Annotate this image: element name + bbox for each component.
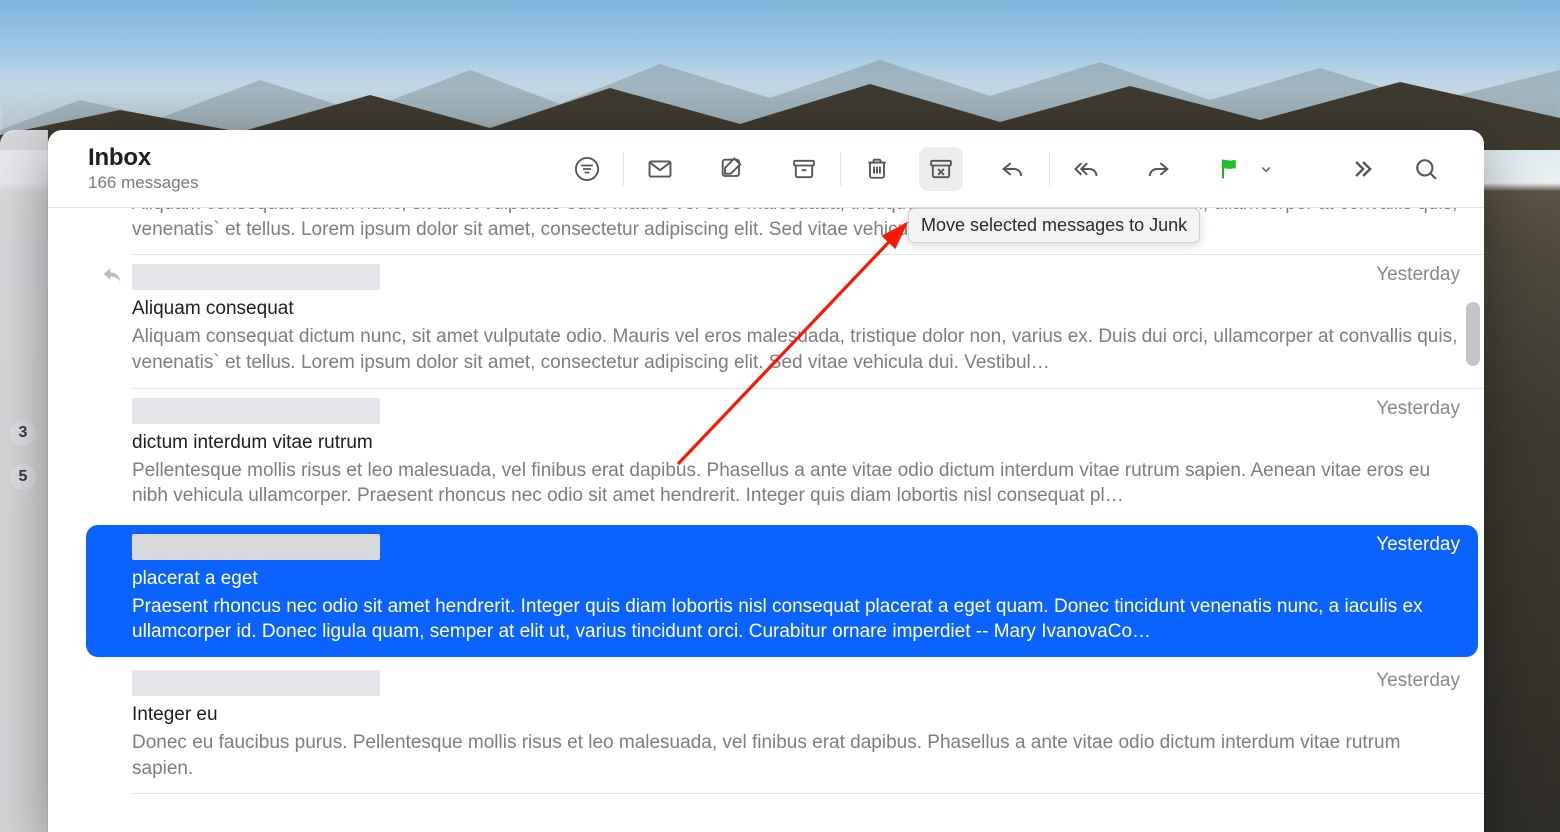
message-row[interactable]: Yesterday Integer eu Donec eu faucibus pur… bbox=[48, 661, 1484, 793]
mailbox-title: Inbox bbox=[88, 144, 199, 172]
message-date: Yesterday bbox=[1376, 264, 1460, 286]
flag-icon bbox=[1216, 155, 1244, 183]
junk-button[interactable] bbox=[919, 147, 963, 191]
envelope-icon bbox=[646, 155, 674, 183]
message-row[interactable]: Yesterday Aliquam consequat Aliquam conseq… bbox=[48, 255, 1484, 387]
message-subject: placerat a eget bbox=[132, 568, 1460, 590]
mail-window: Inbox 166 messages bbox=[48, 130, 1484, 832]
message-date: Yesterday bbox=[1376, 670, 1460, 692]
reply-all-button[interactable] bbox=[1064, 147, 1108, 191]
title-block: Inbox 166 messages bbox=[88, 144, 199, 193]
search-button[interactable] bbox=[1404, 147, 1448, 191]
message-row[interactable]: Aliquam consequat dictum nunc, sit amet … bbox=[48, 208, 1484, 254]
sidebar-selected-indicator bbox=[8, 240, 48, 288]
message-list[interactable]: Aliquam consequat dictum nunc, sit amet … bbox=[48, 208, 1484, 832]
sender-redacted bbox=[132, 264, 380, 290]
message-count: 166 messages bbox=[88, 173, 199, 193]
toolbar: Inbox 166 messages bbox=[48, 130, 1484, 208]
message-preview: Aliquam consequat dictum nunc, sit amet … bbox=[132, 208, 1460, 242]
forward-button[interactable] bbox=[1136, 147, 1180, 191]
get-mail-button[interactable] bbox=[638, 147, 682, 191]
message-preview: Praesent rhoncus nec odio sit amet hendr… bbox=[132, 594, 1460, 645]
archive-button[interactable] bbox=[782, 147, 826, 191]
chevron-down-icon bbox=[1257, 160, 1275, 178]
compose-button[interactable] bbox=[710, 147, 754, 191]
message-row[interactable]: Yesterday placerat a eget Praesent rhoncus… bbox=[86, 525, 1478, 657]
flag-menu-button[interactable] bbox=[1252, 147, 1280, 191]
flag-button[interactable] bbox=[1208, 147, 1252, 191]
tooltip-junk: Move selected messages to Junk bbox=[908, 208, 1200, 243]
message-preview: Pellentesque mollis risus et leo malesua… bbox=[132, 458, 1460, 509]
reply-icon bbox=[999, 155, 1027, 183]
sender-redacted bbox=[132, 670, 380, 696]
message-subject: Integer eu bbox=[132, 704, 1460, 726]
message-subject: Aliquam consequat bbox=[132, 298, 1460, 320]
sender-redacted bbox=[132, 398, 380, 424]
filter-circle-icon bbox=[573, 155, 601, 183]
delete-button[interactable] bbox=[855, 147, 899, 191]
archive-icon bbox=[790, 155, 818, 183]
sidebar-badge-a[interactable]: 3 bbox=[10, 420, 36, 446]
scrollbar-thumb[interactable] bbox=[1466, 302, 1480, 366]
replied-icon bbox=[102, 266, 122, 287]
sidebar-sliver: 3 5 bbox=[0, 130, 48, 832]
reply-all-icon bbox=[1072, 155, 1100, 183]
message-subject: dictum interdum vitae rutrum bbox=[132, 432, 1460, 454]
sender-redacted bbox=[132, 534, 380, 560]
overflow-button[interactable] bbox=[1340, 147, 1384, 191]
trash-icon bbox=[863, 155, 891, 183]
compose-icon bbox=[718, 155, 746, 183]
search-icon bbox=[1412, 155, 1440, 183]
message-row[interactable]: Yesterday dictum interdum vitae rutrum Pel… bbox=[48, 389, 1484, 521]
chevron-double-right-icon bbox=[1348, 155, 1376, 183]
scrollbar[interactable] bbox=[1466, 222, 1480, 832]
forward-icon bbox=[1144, 155, 1172, 183]
junk-icon bbox=[927, 155, 955, 183]
message-date: Yesterday bbox=[1376, 398, 1460, 420]
message-date: Yesterday bbox=[1376, 534, 1460, 556]
filter-button[interactable] bbox=[565, 147, 609, 191]
message-preview: Donec eu faucibus purus. Pellentesque mo… bbox=[132, 730, 1460, 781]
sidebar-badge-b[interactable]: 5 bbox=[10, 464, 36, 490]
message-preview: Aliquam consequat dictum nunc, sit amet … bbox=[132, 324, 1460, 375]
reply-button[interactable] bbox=[991, 147, 1035, 191]
